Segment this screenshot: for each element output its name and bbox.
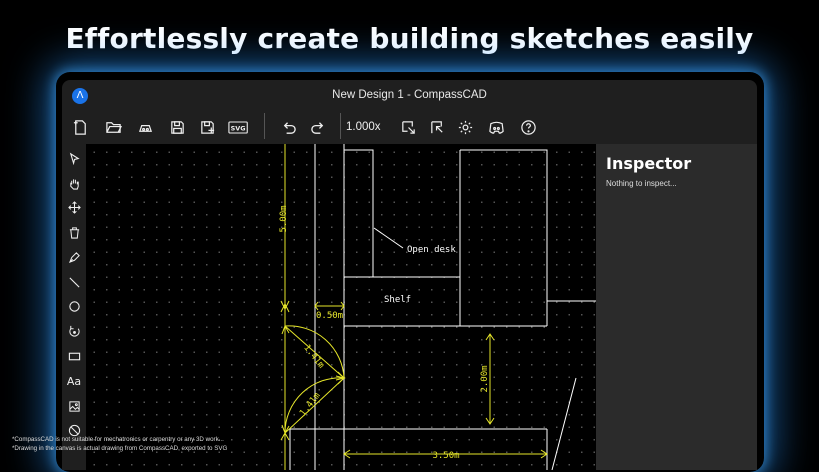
text-icon: Aa	[66, 374, 82, 388]
text-tool-button[interactable]: Aa	[66, 373, 82, 389]
tool-sidebar: Aa	[62, 144, 86, 470]
drawing-canvas[interactable]: Open desk Shelf 5.00m 0.50m 1.41m 1.41m …	[86, 144, 596, 470]
wall-line	[460, 149, 548, 326]
pan-hand-icon	[69, 178, 79, 190]
select-cursor-icon	[69, 152, 80, 165]
import-button[interactable]	[396, 115, 420, 139]
pen-tool-button[interactable]	[66, 249, 82, 265]
new-file-icon	[73, 119, 86, 135]
circle-icon	[68, 300, 80, 312]
label-open-desk: Open desk	[407, 245, 456, 255]
redo-button[interactable]	[306, 115, 330, 139]
line-icon	[68, 276, 80, 288]
redo-icon	[310, 121, 323, 134]
dimension-label: 1.41m	[298, 391, 323, 419]
undo-button[interactable]	[276, 115, 300, 139]
drawing-svg: Open desk Shelf 5.00m 0.50m 1.41m 1.41m …	[279, 144, 596, 470]
svg-text:SVG: SVG	[231, 124, 246, 132]
save-as-button[interactable]	[195, 115, 219, 139]
dimension-label: 5.00m	[279, 205, 289, 232]
new-file-button[interactable]	[68, 115, 92, 139]
toolbar-divider	[340, 113, 341, 139]
move-icon	[67, 200, 81, 214]
rotate-icon	[68, 325, 80, 337]
dimension-label: 3.50m	[432, 451, 459, 461]
delete-icon	[69, 226, 79, 239]
help-button[interactable]	[516, 115, 540, 139]
footnote-disclaimer: *CompassCAD is not suitable for mechatro…	[12, 436, 224, 443]
dimension-label: 2.00m	[480, 365, 490, 392]
wall-line	[344, 149, 374, 277]
export-svg-button[interactable]: SVG	[227, 115, 251, 139]
settings-icon	[458, 120, 472, 134]
open-folder-icon	[105, 121, 122, 133]
line-tool-button[interactable]	[66, 274, 82, 290]
select-tool-button[interactable]	[66, 150, 82, 166]
export-svg-icon: SVG	[228, 120, 248, 134]
discord-button[interactable]	[484, 115, 508, 139]
delete-tool-button[interactable]	[66, 224, 82, 240]
pen-icon	[68, 251, 80, 263]
inspector-empty-text: Nothing to inspect...	[606, 179, 677, 188]
inspector-title: Inspector	[606, 154, 692, 173]
toolbar: SVG 1.000x	[62, 110, 757, 144]
move-tool-button[interactable]	[66, 199, 82, 215]
pan-tool-button[interactable]	[66, 175, 82, 191]
import-icon	[401, 120, 415, 134]
rotate-tool-button[interactable]	[66, 323, 82, 339]
label-shelf: Shelf	[384, 295, 411, 305]
footnote-drawing-source: *Drawing in the canvas is actual drawing…	[12, 445, 228, 452]
dimension-label: 1.41m	[301, 343, 326, 371]
rectangle-icon	[68, 352, 80, 360]
titlebar: Λ New Design 1 - CompassCAD	[62, 80, 757, 110]
app-window: Λ New Design 1 - CompassCAD SVG 1.000x A…	[62, 80, 757, 470]
dimension-label: 0.50m	[316, 311, 343, 321]
inspector-panel: Inspector Nothing to inspect...	[596, 144, 757, 470]
desk-leader-line	[373, 227, 404, 249]
export-icon	[430, 120, 443, 133]
settings-button[interactable]	[453, 115, 477, 139]
slanted-line	[551, 377, 577, 470]
undo-icon	[283, 121, 296, 134]
save-icon	[170, 120, 184, 134]
circle-tool-button[interactable]	[66, 298, 82, 314]
image-icon	[68, 400, 80, 412]
save-as-icon	[200, 120, 214, 134]
discord-icon	[488, 121, 504, 134]
open-cloud-icon	[138, 124, 152, 132]
open-cloud-button[interactable]	[133, 115, 157, 139]
window-title: New Design 1 - CompassCAD	[332, 89, 487, 101]
open-folder-button[interactable]	[101, 115, 125, 139]
rectangle-tool-button[interactable]	[66, 348, 82, 364]
toolbar-divider	[264, 113, 265, 139]
headline: Effortlessly create building sketches ea…	[65, 22, 754, 55]
save-button[interactable]	[165, 115, 189, 139]
zoom-level[interactable]: 1.000x	[346, 115, 381, 139]
image-tool-button[interactable]	[66, 398, 82, 414]
hatch-icon	[68, 424, 80, 436]
export-button[interactable]	[425, 115, 449, 139]
help-icon	[520, 119, 536, 135]
